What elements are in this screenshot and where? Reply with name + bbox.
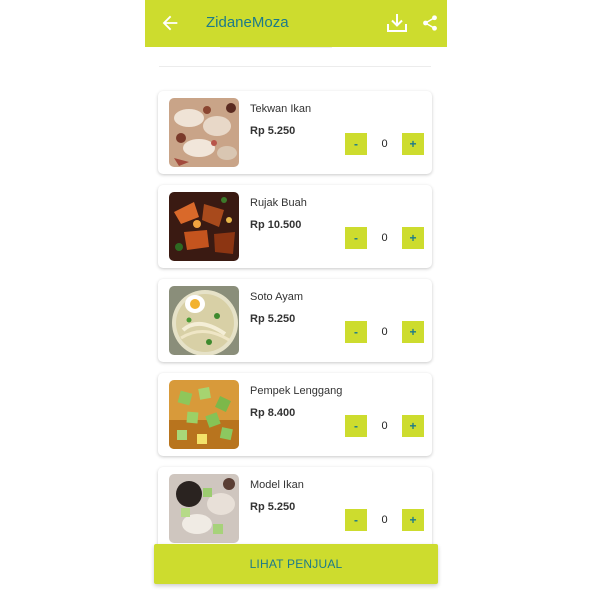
share-icon[interactable] — [421, 13, 439, 33]
menu-item-card: Soto Ayam Rp 5.250 - 0 + — [158, 279, 432, 362]
food-image — [169, 286, 239, 355]
quantity-value: 0 — [381, 138, 388, 150]
quantity-stepper: - 0 + — [345, 415, 424, 437]
quantity-stepper: - 0 + — [345, 227, 424, 249]
decrement-button[interactable]: - — [345, 133, 367, 155]
item-price: Rp 5.250 — [250, 313, 296, 325]
food-image — [169, 380, 239, 449]
menu-item-card: Model Ikan Rp 5.250 - 0 + — [158, 467, 432, 550]
quantity-stepper: - 0 + — [345, 133, 424, 155]
item-price: Rp 5.250 — [250, 501, 296, 513]
food-image — [169, 474, 239, 543]
app-screen: ZidaneMoza Tekwan Ikan Rp 5.250 - 0 + Ru… — [145, 0, 447, 592]
food-image — [169, 192, 239, 261]
item-price: Rp 10.500 — [250, 219, 302, 231]
food-image — [169, 98, 239, 167]
quantity-value: 0 — [381, 514, 388, 526]
item-name: Soto Ayam — [250, 291, 303, 303]
quantity-value: 0 — [381, 420, 388, 432]
menu-item-card: Tekwan Ikan Rp 5.250 - 0 + — [158, 91, 432, 174]
divider — [159, 66, 431, 67]
item-price: Rp 8.400 — [250, 407, 296, 419]
view-seller-button[interactable]: LIHAT PENJUAL — [154, 544, 438, 584]
quantity-value: 0 — [381, 232, 388, 244]
decrement-button[interactable]: - — [345, 415, 367, 437]
item-name: Rujak Buah — [250, 197, 307, 209]
quantity-value: 0 — [381, 326, 388, 338]
page-title: ZidaneMoza — [206, 14, 289, 31]
item-name: Model Ikan — [250, 479, 304, 491]
increment-button[interactable]: + — [402, 415, 424, 437]
decrement-button[interactable]: - — [345, 509, 367, 531]
decrement-button[interactable]: - — [345, 321, 367, 343]
menu-item-card: Pempek Lenggang Rp 8.400 - 0 + — [158, 373, 432, 456]
faint-line — [220, 47, 332, 48]
item-name: Tekwan Ikan — [250, 103, 312, 115]
menu-item-card: Rujak Buah Rp 10.500 - 0 + — [158, 185, 432, 268]
item-price: Rp 5.250 — [250, 125, 296, 137]
increment-button[interactable]: + — [402, 321, 424, 343]
increment-button[interactable]: + — [402, 133, 424, 155]
arrow-left-icon[interactable] — [159, 12, 181, 34]
download-icon[interactable] — [385, 11, 409, 35]
quantity-stepper: - 0 + — [345, 321, 424, 343]
increment-button[interactable]: + — [402, 509, 424, 531]
app-bar: ZidaneMoza — [145, 0, 447, 47]
item-name: Pempek Lenggang — [250, 385, 343, 397]
decrement-button[interactable]: - — [345, 227, 367, 249]
increment-button[interactable]: + — [402, 227, 424, 249]
quantity-stepper: - 0 + — [345, 509, 424, 531]
